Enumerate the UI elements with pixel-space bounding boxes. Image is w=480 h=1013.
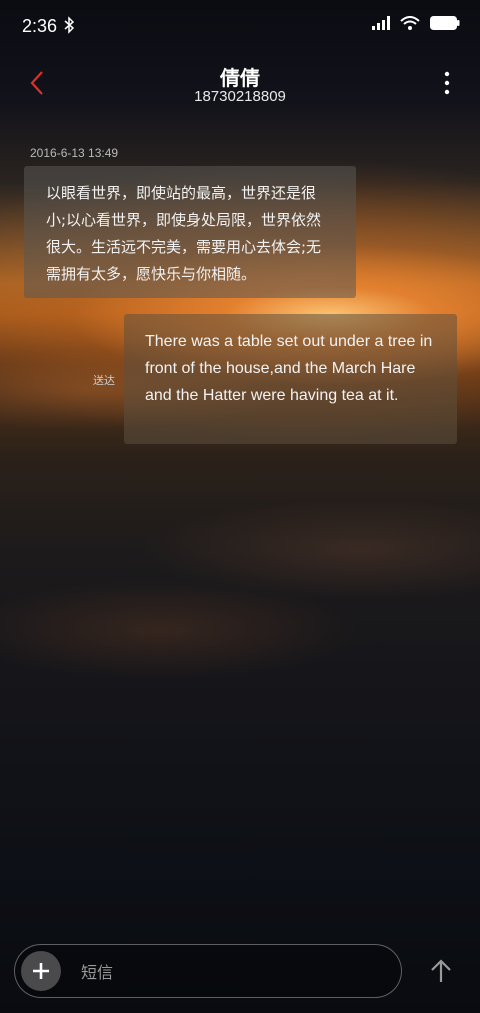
wifi-icon	[400, 16, 420, 30]
message-composer	[14, 944, 402, 998]
cloud-layer	[0, 480, 480, 620]
plus-icon	[33, 963, 49, 979]
status-icons	[372, 16, 460, 30]
battery-icon	[430, 16, 460, 30]
contact-name: 倩倩	[220, 66, 260, 90]
delivery-status: 送达	[93, 374, 115, 387]
signal-icon	[372, 16, 390, 30]
cloud-layer	[0, 560, 480, 700]
message-input[interactable]	[79, 957, 383, 987]
attach-button[interactable]	[21, 951, 61, 991]
conversation-header: 倩倩 18730218809	[0, 52, 480, 122]
received-message-bubble[interactable]: 以眼看世界，即使站的最高，世界还是很小;以心看世界，即使身处局限，世界依然很大。…	[24, 166, 356, 298]
status-time: 2:36	[22, 16, 58, 36]
sent-message-bubble[interactable]: There was a table set out under a tree i…	[124, 314, 457, 444]
bluetooth-icon	[64, 16, 74, 34]
message-timestamp: 2016-6-13 13:49	[30, 146, 119, 160]
more-options-icon[interactable]	[444, 70, 450, 96]
sent-message-text: There was a table set out under a tree i…	[145, 333, 433, 404]
received-message-text: 以眼看世界，即使站的最高，世界还是很小;以心看世界，即使身处局限，世界依然很大。…	[46, 184, 322, 283]
status-bar: 2:36	[0, 0, 480, 52]
send-arrow-icon[interactable]	[428, 958, 454, 984]
contact-phone: 18730218809	[194, 88, 286, 105]
